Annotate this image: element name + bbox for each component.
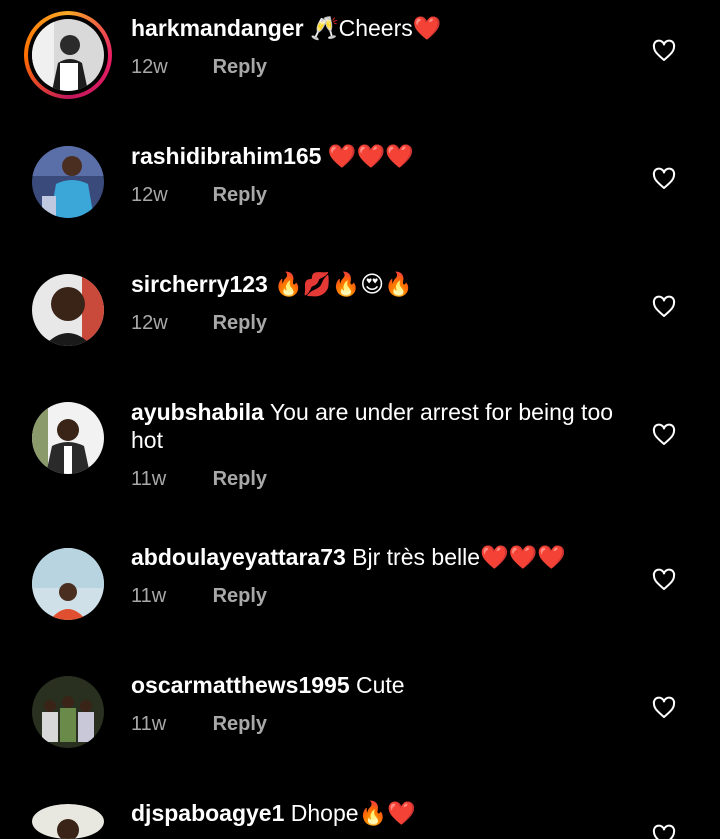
avatar[interactable] [32, 804, 104, 839]
like-heart-icon[interactable] [652, 39, 676, 63]
avatar[interactable] [24, 11, 112, 99]
avatar-image [32, 804, 104, 839]
avatar[interactable] [32, 676, 104, 748]
comment-username[interactable]: abdoulayeyattara73 [131, 544, 346, 570]
comment-timestamp: 12w [131, 56, 168, 78]
avatar-image [32, 548, 104, 620]
avatar-image [32, 19, 104, 91]
reply-button[interactable]: Reply [213, 184, 267, 206]
avatar-image [32, 402, 104, 474]
comment-timestamp: 11w [131, 713, 167, 735]
comment-username[interactable]: rashidibrahim165 [131, 143, 321, 169]
comment-username[interactable]: djspaboagye1 [131, 800, 284, 826]
like-heart-icon[interactable] [652, 824, 676, 839]
reply-button[interactable]: Reply [213, 56, 267, 78]
comment-text: rashidibrahim165 ❤️❤️❤️ [131, 142, 631, 170]
like-heart-icon[interactable] [652, 568, 676, 592]
comment-text: djspaboagye1 Dhope🔥❤️ [131, 799, 631, 827]
avatar-image [32, 146, 104, 218]
reply-button[interactable]: Reply [213, 713, 267, 735]
comment-text: oscarmatthews1995 Cute [131, 671, 631, 699]
comment-body: 🔥💋🔥😍🔥 [274, 271, 413, 297]
comment-meta: 12w Reply [131, 56, 267, 79]
comment-meta: 12w Reply [131, 312, 267, 335]
reply-button[interactable]: Reply [213, 585, 267, 607]
comment-body: Cute [356, 672, 405, 698]
comment-timestamp: 12w [131, 312, 168, 334]
comment-timestamp: 11w [131, 468, 167, 490]
comment-text: abdoulayeyattara73 Bjr très belle❤️❤️❤️ [131, 543, 631, 571]
comment-meta: 12w Reply [131, 184, 267, 207]
comment-username[interactable]: ayubshabila [131, 399, 264, 425]
avatar-image [32, 676, 104, 748]
comment-meta: 11w Reply [131, 713, 267, 736]
reply-button[interactable]: Reply [213, 468, 267, 490]
like-heart-icon[interactable] [652, 295, 676, 319]
comment-body: Dhope🔥❤️ [290, 800, 416, 826]
comment-body: 🥂Cheers❤️ [309, 15, 442, 41]
comment-username[interactable]: harkmandanger [131, 15, 304, 41]
like-heart-icon[interactable] [652, 423, 676, 447]
reply-button[interactable]: Reply [213, 312, 267, 334]
comment-timestamp: 11w [131, 585, 167, 607]
comment-username[interactable]: sircherry123 [131, 271, 268, 297]
avatar[interactable] [32, 402, 104, 474]
like-heart-icon[interactable] [652, 167, 676, 191]
comment-text: harkmandanger 🥂Cheers❤️ [131, 14, 631, 42]
comment-text: ayubshabila You are under arrest for bei… [131, 398, 631, 454]
comment-meta: 11w Reply [131, 585, 267, 608]
comment-text: sircherry123 🔥💋🔥😍🔥 [131, 270, 631, 298]
avatar-image [32, 274, 104, 346]
comment-meta: 11w Reply [131, 468, 267, 491]
avatar[interactable] [32, 548, 104, 620]
avatar[interactable] [32, 146, 104, 218]
avatar[interactable] [32, 274, 104, 346]
comment-username[interactable]: oscarmatthews1995 [131, 672, 350, 698]
comment-timestamp: 12w [131, 184, 168, 206]
comment-body: Bjr très belle❤️❤️❤️ [352, 544, 566, 570]
comment-body: ❤️❤️❤️ [327, 143, 414, 169]
like-heart-icon[interactable] [652, 696, 676, 720]
